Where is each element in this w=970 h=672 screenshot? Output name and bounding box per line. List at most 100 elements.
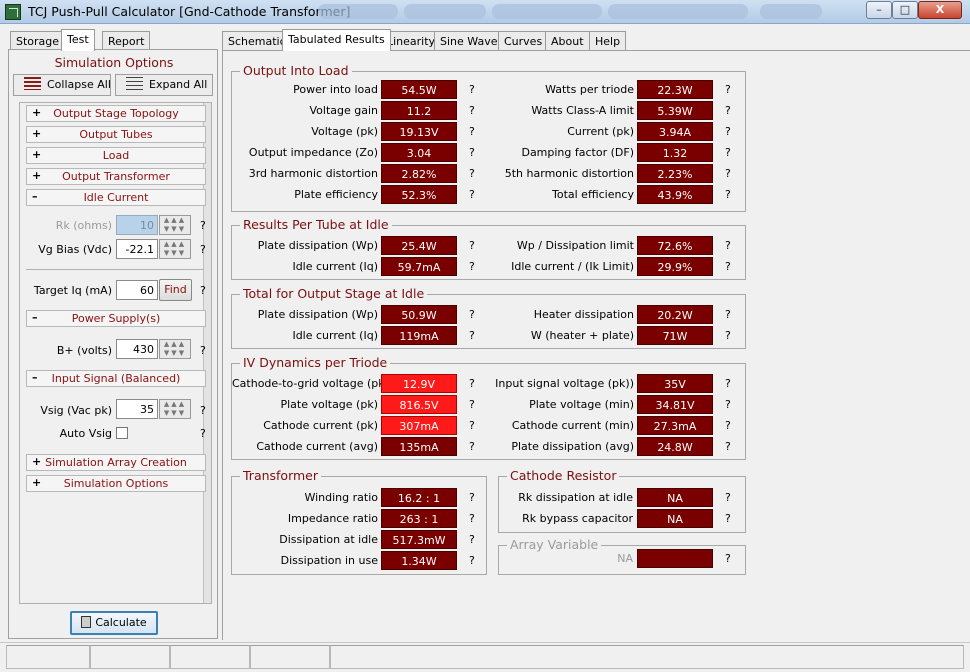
result-value: 1.32 bbox=[637, 143, 713, 162]
section-output-tubes[interactable]: + Output Tubes bbox=[26, 126, 206, 143]
result-value: 119mA bbox=[381, 326, 457, 345]
help-icon[interactable]: ? bbox=[725, 167, 731, 180]
help-icon[interactable]: ? bbox=[469, 533, 475, 546]
help-icon[interactable]: ? bbox=[725, 329, 731, 342]
help-icon[interactable]: ? bbox=[725, 552, 731, 565]
help-icon[interactable]: ? bbox=[725, 512, 731, 525]
array-variable-box bbox=[637, 549, 713, 568]
result-value: 517.3mW bbox=[381, 530, 457, 549]
tab-curves[interactable]: Curves bbox=[498, 31, 549, 51]
options-scroll-area[interactable]: + Output Stage Topology + Output Tubes + Lo… bbox=[19, 102, 212, 604]
help-icon[interactable]: ? bbox=[725, 146, 731, 159]
auto-vsig-label: Auto Vsig bbox=[59, 427, 112, 440]
vg-bias-input[interactable]: -22.1 bbox=[116, 239, 158, 259]
bplus-help[interactable]: ? bbox=[200, 344, 206, 357]
status-panel bbox=[330, 645, 964, 669]
help-icon[interactable]: ? bbox=[725, 239, 731, 252]
section-power-supply[interactable]: – Power Supply(s) bbox=[26, 310, 206, 327]
result-label: Idle current (Iq) bbox=[292, 260, 378, 273]
array-variable-value: NA bbox=[617, 552, 633, 565]
target-iq-label: Target Iq (mA) bbox=[33, 284, 112, 297]
help-icon[interactable]: ? bbox=[469, 512, 475, 525]
expand-all-button[interactable]: Expand All bbox=[115, 74, 213, 96]
help-icon[interactable]: ? bbox=[725, 440, 731, 453]
bplus-input[interactable]: 430 bbox=[116, 339, 158, 359]
tab-storage[interactable]: Storage bbox=[10, 31, 66, 51]
tab-help[interactable]: Help bbox=[589, 31, 627, 51]
result-value: 59.7mA bbox=[381, 257, 457, 276]
rk-input[interactable]: 10 bbox=[116, 215, 158, 235]
tab-report[interactable]: Report bbox=[102, 31, 151, 51]
section-load[interactable]: + Load bbox=[26, 147, 206, 164]
help-icon[interactable]: ? bbox=[725, 83, 731, 96]
bplus-label: B+ (volts) bbox=[56, 344, 112, 357]
rk-help[interactable]: ? bbox=[200, 219, 206, 232]
group-results-per-tube: Results Per Tube at Idle Plate dissipati… bbox=[231, 217, 746, 280]
result-value: 16.2 : 1 bbox=[381, 488, 457, 507]
maximize-button[interactable]: □ bbox=[892, 1, 918, 19]
target-iq-help[interactable]: ? bbox=[200, 284, 206, 297]
help-icon[interactable]: ? bbox=[725, 491, 731, 504]
help-icon[interactable]: ? bbox=[725, 125, 731, 138]
auto-vsig-help[interactable]: ? bbox=[200, 427, 206, 440]
result-label: W (heater + plate) bbox=[530, 329, 634, 342]
vsig-label: Vsig (Vac pk) bbox=[40, 404, 112, 417]
minimize-button[interactable]: – bbox=[866, 1, 892, 19]
section-idle-current[interactable]: – Idle Current bbox=[26, 189, 206, 206]
help-icon[interactable]: ? bbox=[725, 104, 731, 117]
section-output-stage-topology[interactable]: + Output Stage Topology bbox=[26, 105, 206, 122]
auto-vsig-checkbox[interactable] bbox=[116, 427, 128, 439]
result-label: Plate dissipation (Wp) bbox=[257, 308, 378, 321]
title-bar: TCJ Push-Pull Calculator [Gnd-Cathode Tr… bbox=[0, 0, 970, 24]
help-icon[interactable]: ? bbox=[725, 419, 731, 432]
result-label: Watts Class-A limit bbox=[531, 104, 634, 117]
section-input-signal[interactable]: – Input Signal (Balanced) bbox=[26, 370, 206, 387]
help-icon[interactable]: ? bbox=[725, 188, 731, 201]
tab-about[interactable]: About bbox=[545, 31, 590, 51]
group-title: Transformer bbox=[240, 468, 322, 483]
help-icon[interactable]: ? bbox=[725, 308, 731, 321]
result-value: 27.3mA bbox=[637, 416, 713, 435]
status-bar bbox=[0, 642, 970, 672]
vsig-help[interactable]: ? bbox=[200, 404, 206, 417]
group-total-output-stage: Total for Output Stage at Idle Plate dis… bbox=[231, 286, 746, 349]
vg-bias-spinner[interactable]: ▲▲▲ ▼▼▼ bbox=[159, 239, 191, 259]
vsig-spinner[interactable]: ▲▲▲ ▼▼▼ bbox=[159, 399, 191, 419]
help-icon[interactable]: ? bbox=[469, 554, 475, 567]
close-button[interactable]: X bbox=[918, 1, 962, 19]
target-iq-input[interactable]: 60 bbox=[116, 280, 158, 300]
section-simulation-options[interactable]: + Simulation Options bbox=[26, 475, 206, 492]
result-value: 135mA bbox=[381, 437, 457, 456]
result-label: Wp / Dissipation limit bbox=[516, 239, 634, 252]
result-value: 2.23% bbox=[637, 164, 713, 183]
rk-spinner[interactable]: ▲▲▲ ▼▼▼ bbox=[159, 215, 191, 235]
result-value: 29.9% bbox=[637, 257, 713, 276]
result-label: Heater dissipation bbox=[533, 308, 634, 321]
collapse-icon bbox=[24, 77, 41, 90]
tab-sine-wave[interactable]: Sine Wave bbox=[434, 31, 504, 51]
find-button[interactable]: Find bbox=[159, 279, 192, 301]
calculate-button[interactable]: Calculate bbox=[70, 611, 158, 635]
vg-bias-help[interactable]: ? bbox=[200, 243, 206, 256]
result-label: Cathode-to-grid voltage (pk) bbox=[232, 377, 389, 390]
result-label: Plate efficiency bbox=[294, 188, 378, 201]
result-value-warning: 307mA bbox=[381, 416, 457, 435]
result-value: 3.94A bbox=[637, 122, 713, 141]
result-value: 52.3% bbox=[381, 185, 457, 204]
help-icon[interactable]: ? bbox=[469, 491, 475, 504]
result-label: Voltage gain bbox=[309, 104, 378, 117]
result-value: 5.39W bbox=[637, 101, 713, 120]
section-output-transformer[interactable]: + Output Transformer bbox=[26, 168, 206, 185]
bplus-spinner[interactable]: ▲▲▲ ▼▼▼ bbox=[159, 339, 191, 359]
result-label: Total efficiency bbox=[552, 188, 634, 201]
help-icon[interactable]: ? bbox=[725, 398, 731, 411]
tab-test[interactable]: Test bbox=[61, 29, 95, 51]
collapse-all-button[interactable]: Collapse All bbox=[13, 74, 111, 96]
tab-tabulated-results[interactable]: Tabulated Results bbox=[282, 29, 391, 51]
help-icon[interactable]: ? bbox=[725, 260, 731, 273]
help-icon[interactable]: ? bbox=[725, 377, 731, 390]
vsig-input[interactable]: 35 bbox=[116, 399, 158, 419]
result-value: 24.8W bbox=[637, 437, 713, 456]
section-simulation-array-creation[interactable]: + Simulation Array Creation bbox=[26, 454, 206, 471]
result-label: Dissipation in use bbox=[280, 554, 378, 567]
